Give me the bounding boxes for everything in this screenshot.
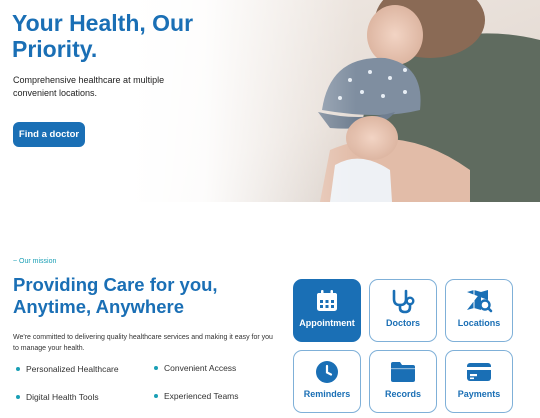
appointment-tile[interactable]: Appointment (293, 279, 361, 342)
credit-card-icon (465, 359, 493, 385)
calendar-icon (313, 288, 341, 314)
clock-icon (313, 359, 341, 385)
mission-description: We're committed to delivering quality he… (13, 334, 273, 352)
reminders-tile[interactable]: Reminders (293, 350, 361, 413)
hero-section: Your Health, Our Priority. Comprehensive… (0, 0, 540, 202)
tile-label: Doctors (385, 318, 420, 328)
stethoscope-icon (389, 288, 417, 314)
folder-icon (389, 359, 417, 385)
feature-label: Experienced Teams (164, 391, 239, 401)
bullet-icon (16, 395, 20, 399)
hero-subtitle: Comprehensive healthcare at multiple con… (13, 75, 165, 98)
tile-label: Payments (457, 389, 501, 399)
doctors-tile[interactable]: Doctors (369, 279, 437, 342)
bullet-icon (154, 394, 158, 398)
payments-tile[interactable]: Payments (445, 350, 513, 413)
records-tile[interactable]: Records (369, 350, 437, 413)
find-a-doctor-button[interactable]: Find a doctor (13, 122, 85, 147)
tile-label: Reminders (303, 389, 351, 399)
feature-item: Digital Health Tools (16, 392, 99, 402)
tile-label: Records (384, 389, 421, 399)
mission-eyebrow: ~ Our mission (13, 258, 57, 265)
feature-item: Personalized Healthcare (16, 364, 119, 374)
bullet-icon (16, 367, 20, 371)
feature-label: Digital Health Tools (26, 392, 99, 402)
hero-title: Your Health, Our Priority. (12, 10, 194, 62)
mission-title: Providing Care for you, Anytime, Anywher… (13, 274, 218, 317)
tile-label: Locations (457, 318, 501, 328)
map-search-icon (465, 288, 493, 314)
feature-item: Convenient Access (154, 363, 236, 373)
feature-label: Personalized Healthcare (26, 364, 119, 374)
feature-item: Experienced Teams (154, 391, 239, 401)
tile-label: Appointment (299, 318, 355, 328)
bullet-icon (154, 366, 158, 370)
locations-tile[interactable]: Locations (445, 279, 513, 342)
feature-label: Convenient Access (164, 363, 237, 373)
